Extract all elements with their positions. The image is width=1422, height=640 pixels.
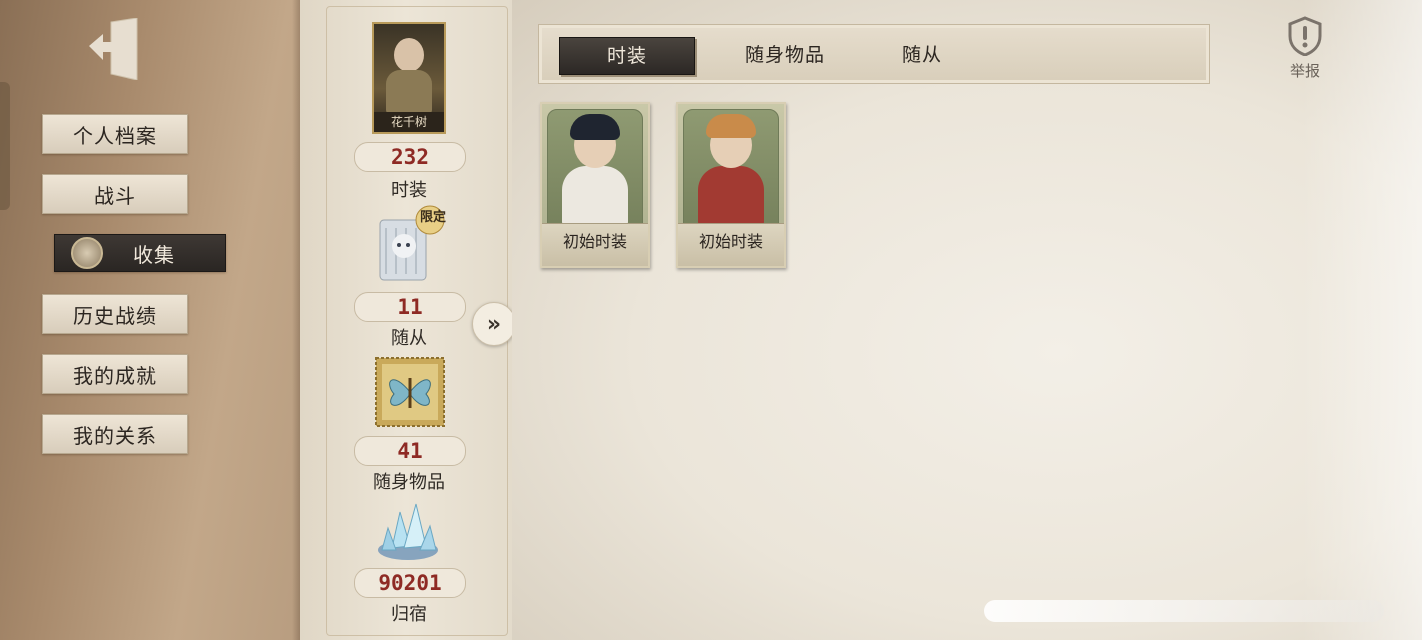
tab-label: 时装: [606, 45, 647, 67]
character-hair: [570, 114, 620, 140]
portrait-name: 花千树: [374, 112, 444, 132]
sidebar-item-label: 收集: [133, 242, 175, 267]
portrait-face: [394, 38, 424, 72]
costume-label: 时装: [391, 180, 427, 201]
accessory-label: 随身物品: [373, 472, 445, 493]
home-indicator[interactable]: [984, 600, 1384, 622]
return-item-icon[interactable]: [372, 498, 444, 564]
tab-label: 随身物品: [744, 44, 825, 66]
limited-tag: 限定: [419, 210, 446, 225]
sidebar-item-profile[interactable]: 个人档案: [42, 114, 188, 154]
tab-costumes[interactable]: 时装: [559, 37, 695, 75]
costume-card[interactable]: 初始时装: [540, 102, 650, 268]
tab-label: 随从: [901, 44, 942, 66]
collection-main: 时装 随身物品 随从 初始时装 初始时装: [512, 0, 1422, 640]
character-body: [562, 166, 628, 226]
tab-accessories[interactable]: 随身物品: [715, 37, 855, 73]
sidebar: 个人档案 战斗 收集 历史战绩 我的成就 我的关系: [0, 0, 300, 640]
double-chevron-right-icon: »: [486, 311, 502, 337]
card-caption: 初始时装: [678, 223, 784, 266]
sidebar-item-label: 我的关系: [73, 423, 157, 448]
portrait-body: [386, 70, 432, 114]
accessory-count: 41: [354, 436, 466, 466]
costume-card[interactable]: 初始时装: [676, 102, 786, 268]
costume-count: 232: [354, 142, 466, 172]
exit-button[interactable]: [84, 18, 144, 80]
accessory-item-icon[interactable]: [372, 354, 448, 430]
sidebar-handle[interactable]: [0, 82, 10, 210]
tab-followers[interactable]: 随从: [877, 37, 967, 73]
exit-door-icon: [89, 18, 138, 80]
character-portrait[interactable]: 花千树: [372, 22, 446, 134]
sidebar-item-label: 个人档案: [73, 123, 157, 148]
report-label: 举报: [1289, 62, 1320, 80]
shield-alert-icon: [1288, 16, 1322, 56]
character-hair: [706, 114, 756, 138]
sidebar-item-battle[interactable]: 战斗: [42, 174, 188, 214]
sidebar-item-achievements[interactable]: 我的成就: [42, 354, 188, 394]
return-label: 归宿: [391, 604, 427, 625]
sidebar-item-label: 历史战绩: [73, 303, 157, 328]
sidebar-item-label: 战斗: [94, 183, 136, 208]
report-button[interactable]: 举报: [1282, 16, 1328, 82]
expand-panel-button[interactable]: »: [472, 302, 516, 346]
card-caption: 初始时装: [542, 223, 648, 266]
return-count: 90201: [354, 568, 466, 598]
character-body: [698, 166, 764, 226]
follower-count: 11: [354, 292, 466, 322]
badge-emblem-icon: [71, 237, 103, 269]
tab-bar: 时装 随身物品 随从: [538, 24, 1210, 84]
sidebar-item-history[interactable]: 历史战绩: [42, 294, 188, 334]
follower-label: 随从: [391, 328, 427, 349]
sidebar-item-label: 我的成就: [73, 363, 157, 388]
sidebar-item-collection[interactable]: 收集: [54, 234, 226, 272]
sidebar-item-relations[interactable]: 我的关系: [42, 414, 188, 454]
